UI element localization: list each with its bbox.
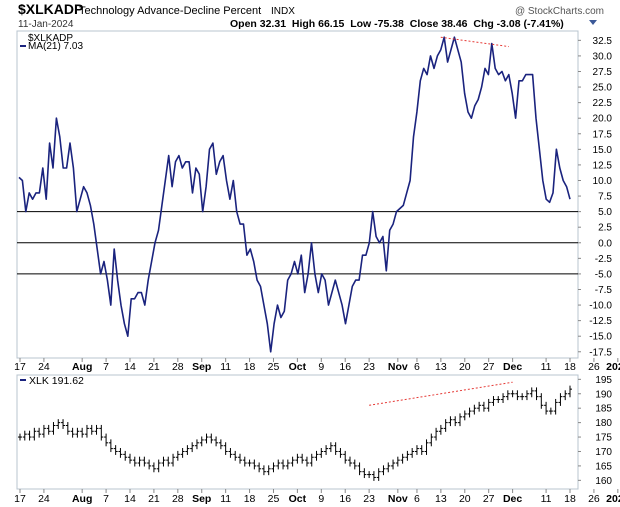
main-ytick-label: -12.5 (589, 316, 612, 327)
lower-ytick-label: 190 (595, 389, 612, 400)
symbol-exchange: INDX (271, 6, 295, 17)
lower-ytick-label: 185 (595, 404, 612, 415)
main-panel: 32.5 30.0 27.5 25.0 22.5 20.0 17.5 15.0 12.5 10.0… (14, 30, 620, 373)
main-xtick-label: 11 (220, 361, 231, 373)
symbol-title: $XLKADP (18, 1, 83, 17)
chevron-down-icon[interactable] (589, 20, 597, 25)
lower-xtick-label: 20 (459, 493, 471, 505)
main-xtick-label: Aug (72, 361, 92, 373)
main-ytick-label: 5.0 (598, 207, 612, 218)
main-xtick-label: Oct (289, 361, 307, 373)
main-xtick-label: 7 (103, 361, 109, 373)
symbol-description: Technology Advance-Decline Percent (79, 5, 261, 17)
main-xtick-label: Dec (503, 361, 522, 373)
main-ytick-label: -15.0 (589, 332, 612, 343)
main-ytick-label: -10.0 (589, 301, 612, 312)
main-ytick-label: -7.5 (595, 285, 613, 296)
legend-xlk: XLK 191.62 (29, 375, 84, 387)
lower-xtick-label: 11 (220, 493, 231, 505)
lower-xtick-label: 2024 (606, 493, 620, 505)
main-xtick-label: Nov (388, 361, 408, 373)
lower-xtick-label: 28 (172, 493, 184, 505)
main-ytick-label: -5.0 (595, 269, 613, 280)
lower-xtick-label: Nov (388, 493, 408, 505)
main-xtick-label: 23 (363, 361, 375, 373)
lower-xtick-label: Aug (72, 493, 92, 505)
main-xtick-label: 18 (564, 361, 576, 373)
lower-xtick-label: 9 (318, 493, 324, 505)
chart-canvas: 32.5 30.0 27.5 25.0 22.5 20.0 17.5 15.0 12.5 10.0… (14, 1, 620, 505)
lower-xtick-label: 11 (541, 493, 552, 505)
main-xtick-label: 16 (339, 361, 351, 373)
lower-xtick-label: 26 (588, 493, 600, 505)
lower-xtick-label: 24 (38, 493, 50, 505)
main-xtick-label: 27 (483, 361, 495, 373)
lower-xtick-label: 6 (414, 493, 420, 505)
main-xtick-label: 6 (414, 361, 420, 373)
lower-panel: 195 190 185 180 175 170 165 160 17 24 Aug 7 14 21 28 Se… (14, 374, 620, 505)
main-xtick-label: 26 (588, 361, 600, 373)
header-date: 11-Jan-2024 (18, 19, 74, 30)
legend-ma: MA(21) 7.03 (28, 41, 83, 52)
lower-ytick-label: 175 (595, 433, 612, 444)
main-ytick-label: 22.5 (593, 98, 613, 109)
main-xtick-label: 28 (172, 361, 184, 373)
main-ytick-label: 0.0 (598, 238, 612, 249)
watermark: @ StockCharts.com (515, 6, 604, 17)
lower-xtick-label: 23 (363, 493, 375, 505)
lower-xtick-label: Sep (192, 493, 211, 505)
lower-xtick-label: 13 (435, 493, 447, 505)
lower-ytick-label: 165 (595, 461, 612, 472)
main-ytick-label: 25.0 (593, 83, 613, 94)
main-ytick-label: 12.5 (593, 160, 613, 171)
main-ytick-label: 17.5 (593, 129, 613, 140)
main-xtick-label: Sep (192, 361, 211, 373)
main-ytick-label: 15.0 (593, 145, 613, 156)
main-ytick-label: 10.0 (593, 176, 613, 187)
lower-xtick-label: Dec (503, 493, 522, 505)
main-ytick-label: 20.0 (593, 114, 613, 125)
main-xtick-label: 20 (459, 361, 471, 373)
lower-ytick-label: 170 (595, 447, 612, 458)
main-xtick-label: 2024 (606, 361, 620, 373)
main-xtick-label: 13 (435, 361, 447, 373)
ohlc-line: Open 32.31 High 66.15 Low -75.38 Close 3… (230, 18, 564, 30)
lower-xtick-label: 16 (339, 493, 351, 505)
lower-xtick-label: 17 (14, 493, 26, 505)
lower-xtick-label: 18 (564, 493, 576, 505)
main-ytick-label: -17.5 (589, 347, 612, 358)
main-xtick-label: 21 (148, 361, 160, 373)
lower-ytick-label: 180 (595, 418, 612, 429)
lower-xtick-label: 14 (124, 493, 136, 505)
main-xtick-label: 9 (318, 361, 324, 373)
main-ytick-label: -2.5 (595, 254, 613, 265)
main-xtick-label: 25 (268, 361, 280, 373)
lower-xtick-label: 25 (268, 493, 280, 505)
main-ytick-label: 2.5 (598, 223, 612, 234)
main-ytick-label: 27.5 (593, 67, 613, 78)
main-xtick-label: 18 (244, 361, 256, 373)
main-ytick-label: 30.0 (593, 51, 613, 62)
stockcharts-chart: 32.5 30.0 27.5 25.0 22.5 20.0 17.5 15.0 12.5 10.0… (0, 0, 620, 507)
lower-xtick-label: 27 (483, 493, 495, 505)
main-frame (16, 30, 579, 359)
lower-ytick-label: 195 (595, 375, 612, 386)
main-ytick-label: 32.5 (593, 36, 613, 47)
main-xtick-label: 14 (124, 361, 136, 373)
main-xtick-label: 11 (541, 361, 552, 373)
lower-xtick-label: 7 (103, 493, 109, 505)
lower-xtick-label: Oct (289, 493, 307, 505)
main-xtick-label: 17 (14, 361, 26, 373)
main-ytick-label: 7.5 (598, 192, 612, 203)
lower-xtick-label: 18 (244, 493, 256, 505)
lower-ytick-label: 160 (595, 476, 612, 487)
main-xtick-label: 24 (38, 361, 50, 373)
lower-xtick-label: 21 (148, 493, 160, 505)
